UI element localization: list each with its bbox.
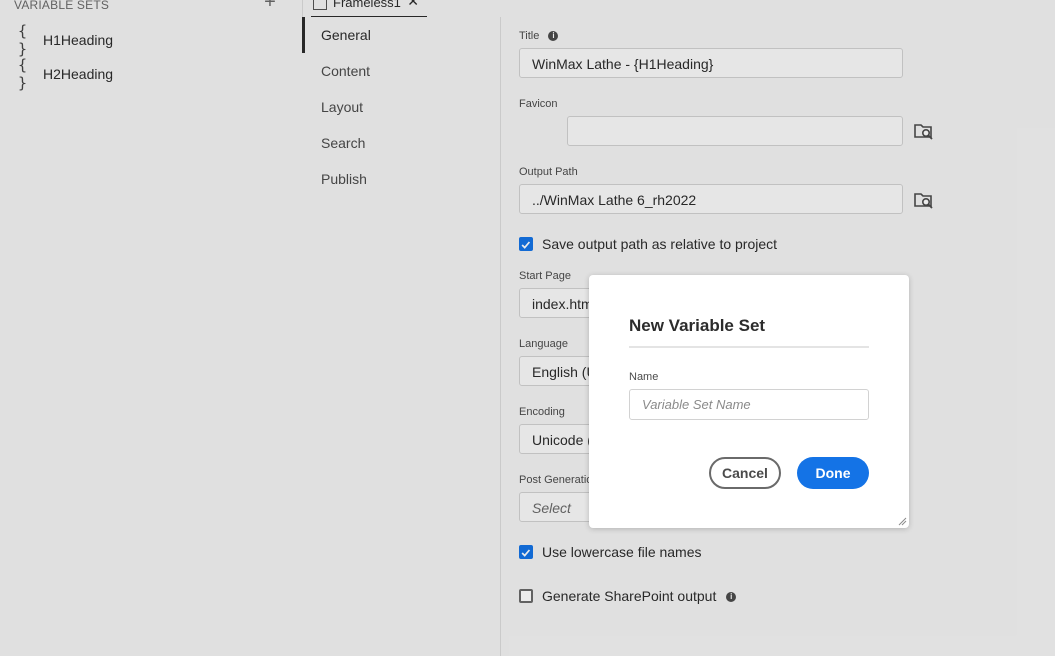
done-button[interactable]: Done [797,457,869,489]
new-variable-set-dialog: New Variable Set Name Cancel Done [589,275,909,528]
name-label: Name [629,371,659,383]
dialog-divider [629,346,869,348]
variable-set-name-input[interactable] [629,389,869,420]
dialog-title: New Variable Set [629,316,766,335]
resize-handle-icon[interactable] [898,517,907,526]
app-window: VARIABLE SETS + { } H1Heading { } H2Head… [0,0,1055,656]
cancel-button[interactable]: Cancel [709,457,781,489]
